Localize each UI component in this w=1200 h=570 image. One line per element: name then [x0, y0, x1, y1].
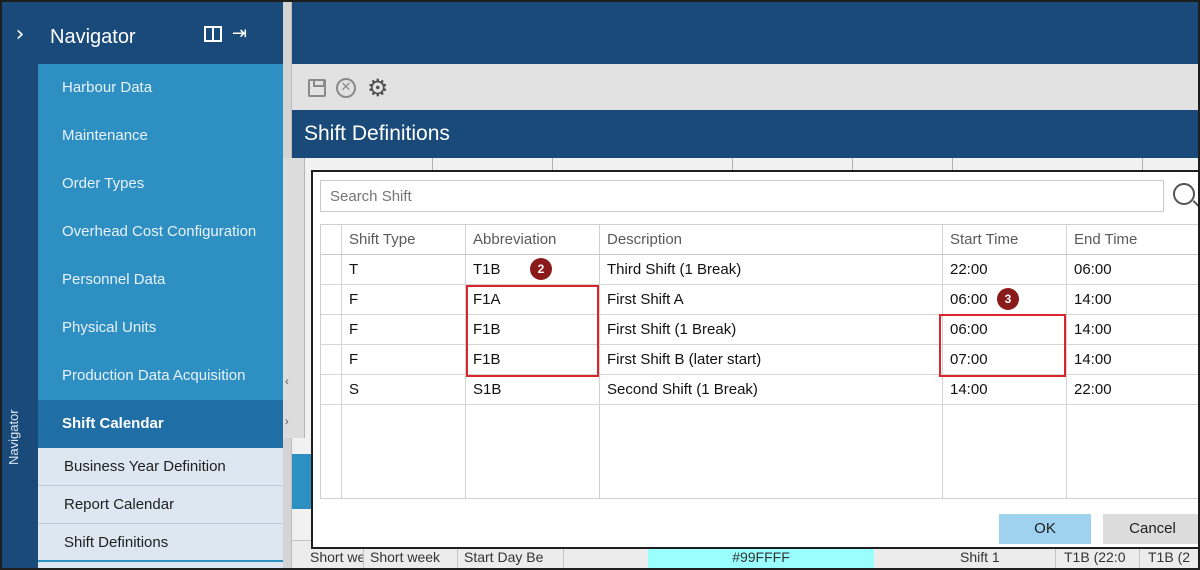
cancel-circle-icon[interactable]: ✕ [336, 78, 356, 98]
navigator-vertical-label: Navigator [6, 409, 21, 465]
navigator-list: Harbour Data Maintenance Order Types Ove… [38, 64, 283, 448]
save-icon[interactable] [308, 79, 326, 97]
navigator-panel: Navigator ⇥ Harbour Data Maintenance Ord… [38, 2, 283, 568]
table-header-row: Shift Type Abbreviation Description Star… [321, 225, 1198, 255]
nav-item-physical-units[interactable]: Physical Units [38, 304, 283, 352]
navigator-sublist: Business Year Definition Report Calendar… [38, 448, 283, 568]
cell-shift-type: F [349, 321, 359, 338]
cell-end-time: 22:00 [1074, 381, 1112, 398]
cell-description: Third Shift (1 Break) [607, 261, 742, 278]
toolbar: ✕ ⚙ [292, 64, 1198, 110]
column-header-shift-type[interactable]: Shift Type [341, 225, 415, 255]
page-title-bar: Shift Definitions [292, 110, 1198, 158]
cell-start-time: 06:00 [950, 291, 988, 308]
cell-description: Second Shift (1 Break) [607, 381, 758, 398]
cell-shift-type: F [349, 351, 359, 368]
cell-abbreviation: T1B [473, 261, 501, 278]
chevron-right-icon[interactable]: › [2, 22, 38, 47]
nav-item-shift-calendar[interactable]: Shift Calendar [38, 400, 283, 448]
nav-item-harbour-data[interactable]: Harbour Data [38, 64, 283, 112]
cell-description: First Shift (1 Break) [607, 321, 737, 338]
cell-end-time: 06:00 [1074, 261, 1112, 278]
cell-abbreviation: S1B [473, 381, 502, 398]
cell-start-time: 14:00 [950, 381, 988, 398]
cell-shift-type: S [349, 381, 360, 398]
search-input[interactable] [320, 180, 1164, 212]
cell-shift-type: F [349, 291, 359, 308]
cell-end-time: 14:00 [1074, 321, 1112, 338]
subnav-item-report-calendar[interactable]: Report Calendar [38, 486, 283, 524]
navigator-title: Navigator [50, 26, 136, 48]
collapse-arrow-icon[interactable]: ‹ [285, 376, 289, 388]
column-header-end-time[interactable]: End Time [1066, 225, 1137, 255]
highlight-box [939, 314, 1066, 377]
cell-end-time: 14:00 [1074, 291, 1112, 308]
nav-item-overhead-cost-configuration[interactable]: Overhead Cost Configuration [38, 208, 283, 256]
column-header-abbreviation[interactable]: Abbreviation [465, 225, 556, 255]
row-header-strip[interactable]: ‹ › [283, 158, 305, 438]
application-window: › Navigator Navigator ⇥ Harbour Data Mai… [0, 0, 1200, 570]
nav-item-production-data-acquisition[interactable]: Production Data Acquisition [38, 352, 283, 400]
cell-shift-type: T [349, 261, 359, 278]
navigator-rail[interactable]: › Navigator [2, 2, 38, 568]
table-row[interactable]: S S1B Second Shift (1 Break) 14:00 22:00 [321, 375, 1198, 405]
ok-button[interactable]: OK [999, 514, 1091, 544]
expand-arrow-icon[interactable]: › [285, 416, 289, 428]
table-row[interactable]: T T1B Third Shift (1 Break) 22:00 06:00 [321, 255, 1198, 285]
navigator-header: Navigator ⇥ [38, 2, 283, 64]
pin-icon[interactable]: ⇥ [232, 23, 247, 44]
annotation-badge: 2 [530, 258, 552, 280]
highlight-box [466, 285, 599, 377]
cell-start-time: 22:00 [950, 261, 988, 278]
search-icon[interactable] [1173, 183, 1195, 205]
table-row[interactable]: F F1A First Shift A 06:00 14:00 [321, 285, 1198, 315]
search-shift-dialog: Shift Type Abbreviation Description Star… [311, 170, 1198, 549]
table-row[interactable]: F F1B First Shift (1 Break) 06:00 14:00 [321, 315, 1198, 345]
page-title: Shift Definitions [304, 122, 450, 145]
nav-item-order-types[interactable]: Order Types [38, 160, 283, 208]
top-bar [292, 2, 1198, 64]
nav-item-maintenance[interactable]: Maintenance [38, 112, 283, 160]
shift-table: Shift Type Abbreviation Description Star… [320, 224, 1198, 499]
table-row[interactable]: F F1B First Shift B (later start) 07:00 … [321, 345, 1198, 375]
cell-description: First Shift B (later start) [607, 351, 762, 368]
column-header-description[interactable]: Description [599, 225, 682, 255]
cancel-button[interactable]: Cancel [1103, 514, 1198, 544]
gear-icon[interactable]: ⚙ [367, 74, 389, 102]
subnav-item-business-year-definition[interactable]: Business Year Definition [38, 448, 283, 486]
annotation-badge: 3 [997, 288, 1019, 310]
cell-end-time: 14:00 [1074, 351, 1112, 368]
nav-item-personnel-data[interactable]: Personnel Data [38, 256, 283, 304]
subnav-item-shift-definitions[interactable]: Shift Definitions [38, 524, 283, 562]
dock-panel-icon[interactable] [204, 26, 222, 42]
column-header-start-time[interactable]: Start Time [942, 225, 1018, 255]
cell-description: First Shift A [607, 291, 684, 308]
